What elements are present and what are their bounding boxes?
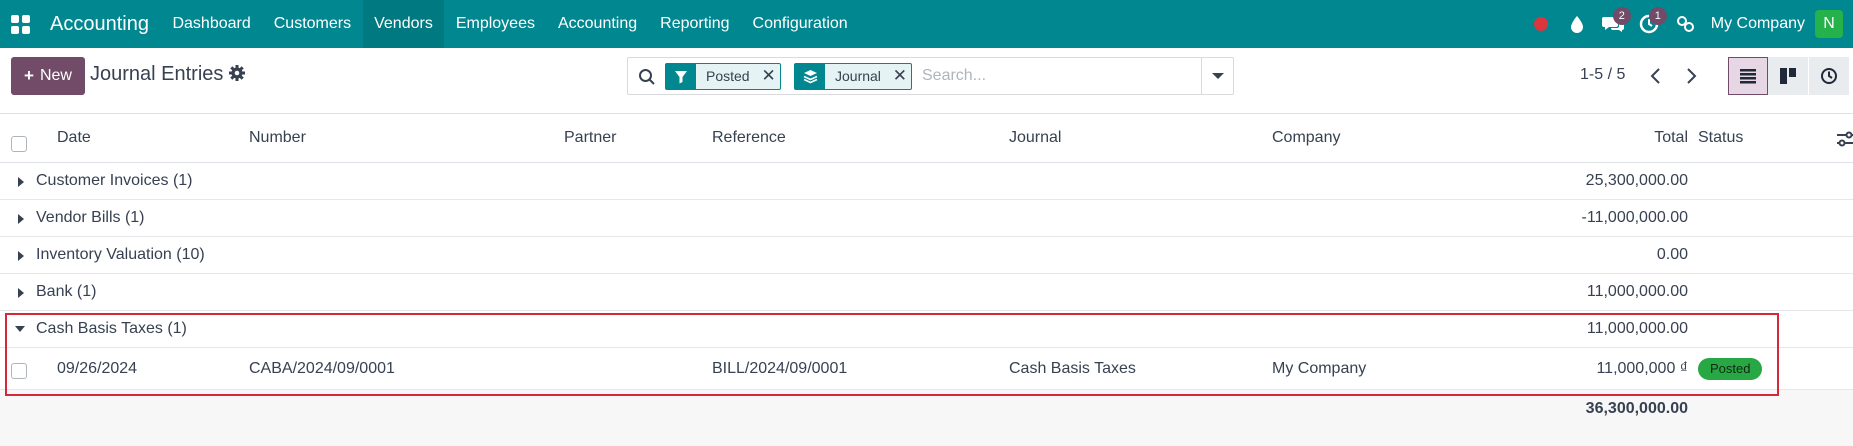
drop-icon[interactable] <box>1559 0 1595 48</box>
list-view-icon <box>1740 69 1756 84</box>
search-icon[interactable] <box>638 68 656 86</box>
control-panel: + New Journal Entries Posted ✕ Journal ✕ <box>0 48 1853 114</box>
column-header-reference[interactable]: Reference <box>712 129 786 147</box>
caret-down-icon <box>15 326 25 332</box>
list-header: Date Number Partner Reference Journal Co… <box>0 114 1853 163</box>
apps-menu-icon[interactable] <box>2 0 38 48</box>
new-button[interactable]: + New <box>11 57 85 95</box>
group-total: 11,000,000.00 <box>1586 320 1688 337</box>
group-name: Vendor Bills (1) <box>36 209 145 226</box>
nav-item-dashboard[interactable]: Dashboard <box>161 0 262 48</box>
cell-company: My Company <box>1272 360 1367 377</box>
activity-view-button[interactable] <box>1809 57 1849 95</box>
user-avatar[interactable]: N <box>1815 10 1843 38</box>
filter-icon <box>666 64 696 89</box>
column-header-date[interactable]: Date <box>57 129 91 147</box>
recording-dot-icon[interactable] <box>1523 0 1559 48</box>
column-header-journal[interactable]: Journal <box>1009 129 1061 147</box>
plus-icon: + <box>24 66 34 85</box>
nav-item-employees[interactable]: Employees <box>444 0 546 48</box>
group-row-vendor-bills[interactable]: Vendor Bills (1) -11,000,000.00 <box>0 200 1853 237</box>
row-checkbox[interactable] <box>11 363 27 379</box>
group-name: Bank (1) <box>36 283 97 300</box>
pager-next-button[interactable] <box>1675 59 1709 93</box>
facet-journal[interactable]: Journal ✕ <box>794 63 912 90</box>
pager-value[interactable]: 1-5 / 5 <box>1580 66 1625 84</box>
column-header-total[interactable]: Total <box>1654 129 1688 147</box>
column-header-partner[interactable]: Partner <box>564 129 616 147</box>
nav-item-vendors[interactable]: Vendors <box>362 0 445 48</box>
search-bar: Posted ✕ Journal ✕ <box>627 57 1234 95</box>
group-row-customer-invoices[interactable]: Customer Invoices (1) 25,300,000.00 <box>0 163 1853 200</box>
journal-entries-list: Date Number Partner Reference Journal Co… <box>0 114 1853 432</box>
group-name: Inventory Valuation (10) <box>36 246 205 263</box>
kanban-view-button[interactable] <box>1768 57 1808 95</box>
search-options-toggle[interactable] <box>1201 58 1233 94</box>
caret-right-icon <box>18 251 24 261</box>
nav-item-reporting[interactable]: Reporting <box>649 0 741 48</box>
cell-journal: Cash Basis Taxes <box>1009 360 1136 377</box>
nav-item-accounting[interactable]: Accounting <box>546 0 648 48</box>
column-header-number[interactable]: Number <box>249 129 306 147</box>
caret-right-icon <box>18 288 24 298</box>
cell-date: 09/26/2024 <box>57 360 138 377</box>
chevron-down-icon <box>1211 73 1224 79</box>
activity-clock-icon[interactable]: 1 <box>1631 0 1667 48</box>
kanban-view-icon <box>1780 68 1796 84</box>
caret-right-icon <box>18 214 24 224</box>
grand-total: 36,300,000.00 <box>1585 400 1688 417</box>
group-row-bank[interactable]: Bank (1) 11,000,000.00 <box>0 274 1853 311</box>
group-total: 25,300,000.00 <box>1585 172 1688 189</box>
nav-item-customers[interactable]: Customers <box>262 0 362 48</box>
table-row[interactable]: 09/26/2024 CABA/2024/09/0001 BILL/2024/0… <box>0 348 1853 390</box>
activity-badge: 1 <box>1648 7 1667 25</box>
group-total: 0.00 <box>1656 246 1688 263</box>
navbar-systray: 2 1 My Company N <box>1523 0 1853 48</box>
remove-facet-icon[interactable]: ✕ <box>758 64 780 89</box>
chevron-right-icon <box>1687 68 1697 84</box>
clock-icon <box>1821 68 1837 84</box>
column-header-company[interactable]: Company <box>1272 129 1340 147</box>
new-button-label: New <box>39 67 72 84</box>
cell-number: CABA/2024/09/0001 <box>249 360 395 377</box>
optional-columns-icon[interactable] <box>1835 130 1853 148</box>
pager-previous-button[interactable] <box>1638 59 1672 93</box>
chevron-left-icon <box>1650 68 1660 84</box>
gear-icon[interactable] <box>228 64 246 82</box>
cell-total: 11,000,000 ₫ <box>1596 360 1688 377</box>
search-input[interactable] <box>922 66 1182 86</box>
group-name: Customer Invoices (1) <box>36 172 193 189</box>
nav-item-configuration[interactable]: Configuration <box>741 0 859 48</box>
status-badge: Posted <box>1698 358 1763 380</box>
facet-posted[interactable]: Posted ✕ <box>665 63 781 90</box>
group-row-cash-basis-taxes[interactable]: Cash Basis Taxes (1) 11,000,000.00 <box>0 311 1853 348</box>
chat-badge: 2 <box>1612 7 1631 25</box>
group-name: Cash Basis Taxes (1) <box>36 320 187 337</box>
company-switch-icon[interactable] <box>1667 0 1703 48</box>
cell-reference: BILL/2024/09/0001 <box>712 360 848 377</box>
select-all-checkbox[interactable] <box>11 136 27 152</box>
caret-right-icon <box>18 177 24 187</box>
company-name[interactable]: My Company <box>1711 15 1805 33</box>
group-total: -11,000,000.00 <box>1581 209 1688 226</box>
chat-icon[interactable]: 2 <box>1595 0 1631 48</box>
group-total: 11,000,000.00 <box>1586 283 1688 300</box>
app-brand[interactable]: Accounting <box>50 13 149 36</box>
facet-label: Journal <box>835 68 881 84</box>
group-by-icon <box>795 64 825 89</box>
facet-label: Posted <box>706 68 750 84</box>
page-title: Journal Entries <box>90 63 224 85</box>
list-view-button[interactable] <box>1728 57 1768 95</box>
remove-facet-icon[interactable]: ✕ <box>889 64 911 89</box>
list-footer: 36,300,000.00 <box>0 390 1853 432</box>
group-row-inventory-valuation[interactable]: Inventory Valuation (10) 0.00 <box>0 237 1853 274</box>
top-navbar: Accounting Dashboard Customers Vendors E… <box>0 0 1853 48</box>
column-header-status[interactable]: Status <box>1698 129 1743 147</box>
